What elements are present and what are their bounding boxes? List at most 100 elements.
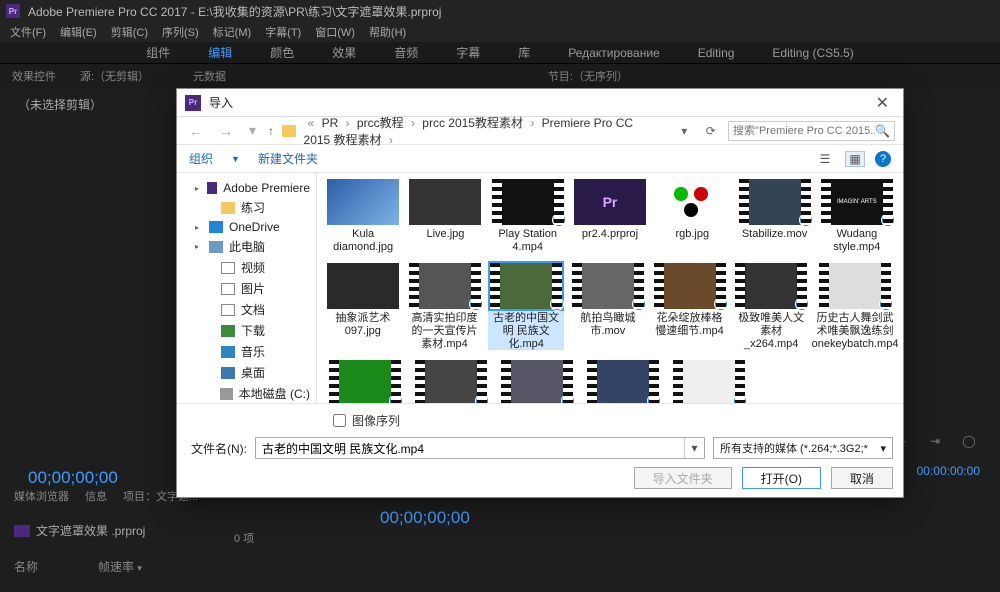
file-label: Kula diamond.jpg bbox=[325, 228, 401, 253]
workspace-tab[interactable]: 字幕 bbox=[456, 44, 480, 61]
menu-item[interactable]: 窗口(W) bbox=[315, 24, 355, 40]
new-folder-button[interactable]: 新建文件夹 bbox=[258, 150, 318, 167]
open-button[interactable]: 打开(O) bbox=[742, 467, 821, 489]
workspace-tab[interactable]: Editing bbox=[698, 46, 735, 60]
loop-icon[interactable]: ◯ bbox=[962, 434, 976, 448]
workspace-tab[interactable]: 组件 bbox=[146, 44, 170, 61]
folder-tree: ▸Adobe Premiere练习▸OneDrive▸此电脑视频图片文档下载音乐… bbox=[177, 173, 317, 403]
file-item[interactable]: 抽象派艺术097.jpg bbox=[325, 263, 401, 350]
tab-info[interactable]: 信息 bbox=[85, 488, 107, 504]
file-item[interactable]: rgb.jpg bbox=[654, 179, 730, 253]
file-item[interactable]: Kula diamond.jpg bbox=[325, 179, 401, 253]
file-item[interactable]: 航拍鸟瞰城市.mov bbox=[570, 263, 646, 350]
nav-recent-icon[interactable]: ▾ bbox=[245, 122, 260, 139]
nav-fwd-icon[interactable]: → bbox=[215, 123, 237, 139]
menu-item[interactable]: 字幕(T) bbox=[265, 24, 301, 40]
file-item[interactable] bbox=[497, 360, 577, 403]
tree-item[interactable]: 音乐 bbox=[177, 341, 316, 362]
filter-combo[interactable]: 所有支持的媒体 (*.264;*.3G2;* ▾ bbox=[713, 437, 893, 459]
tab-effect-controls[interactable]: 效果控件 bbox=[0, 64, 68, 88]
search-input[interactable] bbox=[733, 125, 875, 137]
file-item[interactable] bbox=[583, 360, 663, 403]
tree-item[interactable]: 下载 bbox=[177, 320, 316, 341]
view-thumb-icon[interactable]: ▦ bbox=[845, 151, 865, 167]
filename-combo[interactable]: ▾ bbox=[255, 437, 705, 459]
menu-item[interactable]: 标记(M) bbox=[213, 24, 252, 40]
goto-out-icon[interactable]: ⇥ bbox=[928, 434, 942, 448]
refresh-icon[interactable]: ⟳ bbox=[702, 124, 721, 138]
view-list-icon[interactable]: ☰ bbox=[815, 151, 835, 167]
nav-bar: ← → ▾ ↑ « PR › prcc教程 › prcc 2015教程素材 › … bbox=[177, 117, 903, 145]
tab-metadata[interactable]: 元数据 bbox=[181, 64, 238, 88]
tab-program[interactable]: 节目:（无序列） bbox=[536, 64, 640, 88]
cancel-button[interactable]: 取消 bbox=[831, 467, 893, 489]
menu-item[interactable]: 文件(F) bbox=[10, 24, 46, 40]
tab-media-browser[interactable]: 媒体浏览器 bbox=[14, 488, 69, 504]
project-item[interactable]: 文字遮罩效果 .prproj bbox=[14, 522, 145, 539]
close-button[interactable]: ✕ bbox=[870, 93, 895, 113]
file-item[interactable]: 古老的中国文明 民族文化.mp4 bbox=[488, 263, 564, 350]
source-timecode: 00;00;00;00 bbox=[14, 464, 118, 488]
import-folder-button[interactable]: 导入文件夹 bbox=[634, 467, 732, 489]
file-label: Play Station 4.mp4 bbox=[490, 228, 566, 253]
menu-item[interactable]: 编辑(E) bbox=[60, 24, 97, 40]
file-item[interactable]: IMAGIN' ARTSWudang style.mp4 bbox=[819, 179, 895, 253]
file-label: 高清实拍印度的一天宣传片素材.mp4 bbox=[407, 312, 483, 350]
nav-back-icon[interactable]: ← bbox=[185, 123, 207, 139]
tree-item[interactable]: 视频 bbox=[177, 257, 316, 278]
nav-up-icon[interactable]: ↑ bbox=[268, 124, 274, 138]
tree-item[interactable]: 文档 bbox=[177, 299, 316, 320]
menu-item[interactable]: 帮助(H) bbox=[369, 24, 406, 40]
file-label: 古老的中国文明 民族文化.mp4 bbox=[488, 312, 564, 350]
file-label: 抽象派艺术097.jpg bbox=[325, 312, 401, 337]
workspace-tab[interactable]: 效果 bbox=[332, 44, 356, 61]
file-item[interactable]: Prpr2.4.prproj bbox=[572, 179, 648, 253]
workspace-tab[interactable]: Editing (CS5.5) bbox=[772, 46, 853, 60]
filename-drop-icon[interactable]: ▾ bbox=[684, 438, 704, 458]
file-item[interactable]: 极致唯美人文素材_x264.mp4 bbox=[733, 263, 809, 350]
tree-item[interactable]: 图片 bbox=[177, 278, 316, 299]
workspace-tab[interactable]: 库 bbox=[518, 44, 530, 61]
file-item[interactable] bbox=[669, 360, 749, 403]
image-sequence-checkbox[interactable] bbox=[333, 414, 346, 427]
workspace-tab[interactable]: Редактирование bbox=[568, 46, 659, 60]
filename-input[interactable] bbox=[256, 438, 684, 458]
toolbar: 组织▼ 新建文件夹 ☰ ▦ ? bbox=[177, 145, 903, 173]
breadcrumb[interactable]: « PR › prcc教程 › prcc 2015教程素材 › Premiere… bbox=[304, 114, 663, 148]
file-grid: Kula diamond.jpgLive.jpg Play Station 4.m… bbox=[317, 173, 903, 403]
filter-drop-icon: ▾ bbox=[880, 442, 886, 455]
organize-menu[interactable]: 组织 bbox=[189, 150, 213, 167]
tree-item[interactable]: ▸OneDrive bbox=[177, 218, 316, 236]
tab-source[interactable]: 源:（无剪辑） bbox=[68, 64, 161, 88]
program-timecode: 00:00:00:00 bbox=[917, 464, 980, 478]
menu-item[interactable]: 剪辑(C) bbox=[111, 24, 148, 40]
file-item[interactable]: 花朵绽放棒格慢速细节.mp4 bbox=[652, 263, 728, 350]
workspace-tab[interactable]: 颜色 bbox=[270, 44, 294, 61]
tree-item[interactable]: 本地磁盘 (C:) bbox=[177, 383, 316, 403]
help-icon[interactable]: ? bbox=[875, 151, 891, 167]
import-dialog: Pr 导入 ✕ ← → ▾ ↑ « PR › prcc教程 › prcc 201… bbox=[176, 88, 904, 498]
menu-item[interactable]: 序列(S) bbox=[162, 24, 199, 40]
col-name[interactable]: 名称 bbox=[14, 558, 38, 575]
title-bar: Pr Adobe Premiere Pro CC 2017 - E:\我收集的资… bbox=[0, 0, 1000, 22]
search-icon[interactable]: 🔍 bbox=[875, 124, 890, 138]
project-icon bbox=[14, 525, 30, 537]
file-label: Wudang style.mp4 bbox=[819, 228, 895, 253]
tree-item[interactable]: ▸Adobe Premiere bbox=[177, 179, 316, 197]
file-item[interactable]: Live.jpg bbox=[407, 179, 483, 253]
tree-item[interactable]: ▸此电脑 bbox=[177, 236, 316, 257]
breadcrumb-drop-icon[interactable]: ▾ bbox=[675, 124, 694, 138]
file-item[interactable]: Play Station 4.mp4 bbox=[490, 179, 566, 253]
file-item[interactable] bbox=[411, 360, 491, 403]
window-title: Adobe Premiere Pro CC 2017 - E:\我收集的资源\P… bbox=[28, 3, 441, 20]
workspace-tab[interactable]: 音频 bbox=[394, 44, 418, 61]
tree-item[interactable]: 练习 bbox=[177, 197, 316, 218]
file-item[interactable]: 高清实拍印度的一天宣传片素材.mp4 bbox=[407, 263, 483, 350]
file-item[interactable] bbox=[325, 360, 405, 403]
file-item[interactable]: Stabilize.mov bbox=[736, 179, 812, 253]
workspace-tab[interactable]: 编辑 bbox=[208, 44, 232, 61]
file-item[interactable]: 历史古人舞剑武术唯美飘逸练剑onekeybatch.mp4 bbox=[815, 263, 895, 350]
tree-item[interactable]: 桌面 bbox=[177, 362, 316, 383]
search-box[interactable]: 🔍 bbox=[728, 121, 895, 141]
col-fps[interactable]: 帧速率 bbox=[98, 560, 134, 574]
